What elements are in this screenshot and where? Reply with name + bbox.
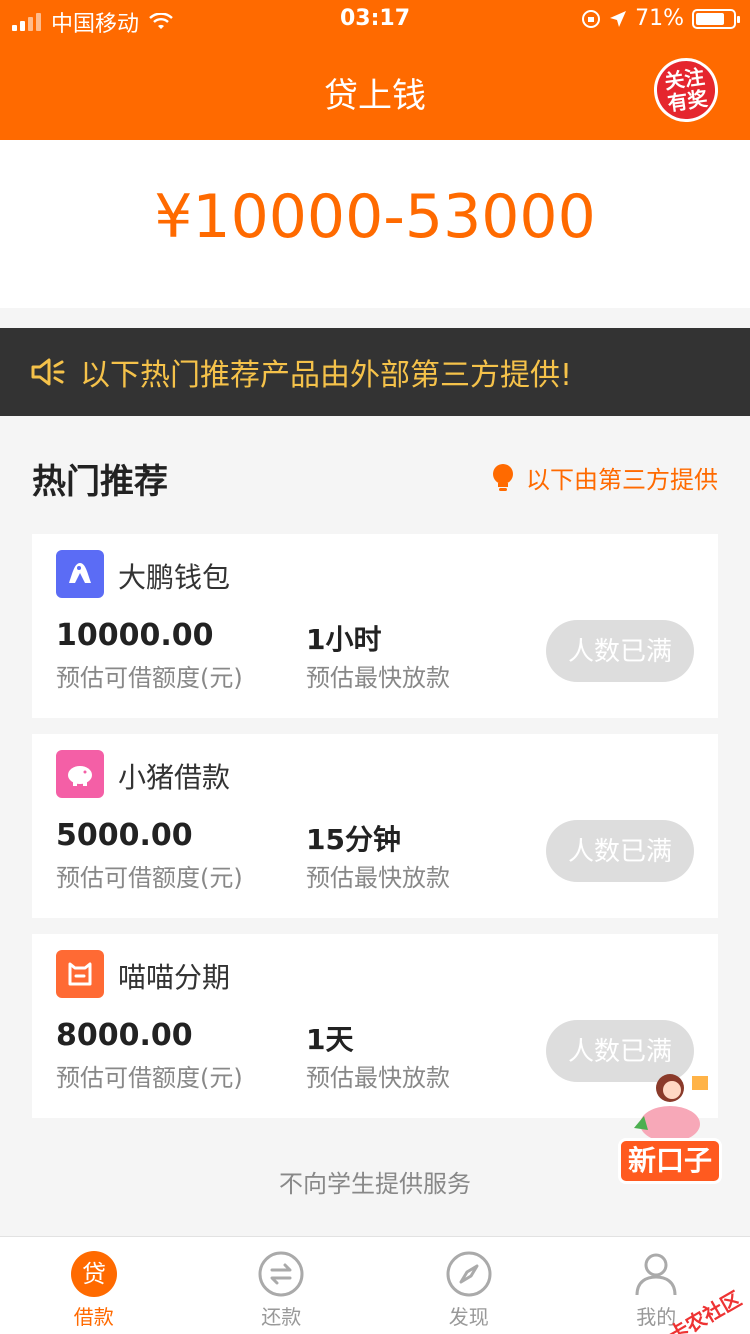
section-header: 热门推荐 以下由第三方提供 bbox=[0, 416, 750, 534]
product-amount-label: 预估可借额度(元) bbox=[56, 1064, 243, 1092]
app-header: 中国移动 03:17 71% 贷上钱 关注有奖 bbox=[0, 0, 750, 140]
piggy-logo-icon bbox=[56, 750, 104, 798]
section-title: 热门推荐 bbox=[32, 462, 168, 502]
new-product-promo[interactable]: 新口子 bbox=[596, 1066, 746, 1190]
battery-percent: 71% bbox=[635, 6, 684, 31]
cat-logo-icon bbox=[56, 950, 104, 998]
tab-repay[interactable]: 还款 bbox=[188, 1237, 376, 1334]
product-time-label: 预估最快放款 bbox=[306, 1064, 450, 1092]
tab-discover[interactable]: 发现 bbox=[375, 1237, 563, 1334]
svg-text:贷: 贷 bbox=[82, 1260, 106, 1288]
apply-button-disabled[interactable]: 人数已满 bbox=[546, 620, 694, 682]
tab-label: 借款 bbox=[73, 1305, 114, 1329]
product-time: 1小时 bbox=[306, 623, 382, 656]
status-bar: 中国移动 03:17 71% bbox=[0, 0, 750, 40]
tab-label: 还款 bbox=[261, 1305, 302, 1329]
repay-icon bbox=[258, 1251, 304, 1297]
product-time-label: 预估最快放款 bbox=[306, 664, 450, 692]
notice-text: 以下热门推荐产品由外部第三方提供! bbox=[80, 358, 573, 393]
product-time: 1天 bbox=[306, 1023, 354, 1056]
product-time-label: 预估最快放款 bbox=[306, 864, 450, 892]
tab-label: 发现 bbox=[448, 1305, 489, 1329]
tab-loan[interactable]: 贷 借款 bbox=[0, 1237, 188, 1334]
product-card[interactable]: 大鹏钱包 10000.00 预估可借额度(元) 1小时 预估最快放款 人数已满 bbox=[32, 534, 718, 718]
product-card[interactable]: 小猪借款 5000.00 预估可借额度(元) 15分钟 预估最快放款 人数已满 bbox=[32, 734, 718, 918]
product-amount-label: 预估可借额度(元) bbox=[56, 864, 243, 892]
orientation-lock-icon bbox=[582, 9, 601, 28]
product-name: 喵喵分期 bbox=[118, 961, 231, 994]
product-amount: 10000.00 bbox=[56, 618, 214, 653]
location-icon bbox=[610, 10, 627, 27]
lightbulb-icon bbox=[493, 463, 513, 491]
compass-icon bbox=[446, 1251, 492, 1297]
notice-bar: 以下热门推荐产品由外部第三方提供! bbox=[0, 328, 750, 416]
page-title: 贷上钱 bbox=[324, 76, 426, 116]
loan-icon: 贷 bbox=[70, 1251, 117, 1297]
tab-bar: 贷 借款 还款 发现 我的 卡农社区 bbox=[0, 1236, 750, 1334]
profile-icon bbox=[635, 1253, 677, 1296]
loan-amount-range: ¥10000-53000 bbox=[154, 182, 596, 252]
third-party-note-text: 以下由第三方提供 bbox=[526, 466, 718, 494]
product-time: 15分钟 bbox=[306, 823, 401, 856]
penguin-logo-icon bbox=[56, 550, 104, 598]
product-amount-label: 预估可借额度(元) bbox=[56, 664, 243, 692]
product-name: 大鹏钱包 bbox=[118, 561, 231, 594]
girl-illustration-icon bbox=[634, 1074, 708, 1142]
new-product-tag: 新口子 bbox=[618, 1138, 722, 1184]
third-party-note: 以下由第三方提供 bbox=[490, 460, 718, 495]
speaker-icon bbox=[31, 358, 65, 386]
apply-button-disabled[interactable]: 人数已满 bbox=[546, 820, 694, 882]
amount-panel: ¥10000-53000 bbox=[0, 140, 750, 308]
product-name: 小猪借款 bbox=[118, 761, 231, 794]
battery-icon bbox=[692, 8, 740, 29]
product-amount: 8000.00 bbox=[56, 1018, 193, 1053]
product-amount: 5000.00 bbox=[56, 818, 193, 853]
